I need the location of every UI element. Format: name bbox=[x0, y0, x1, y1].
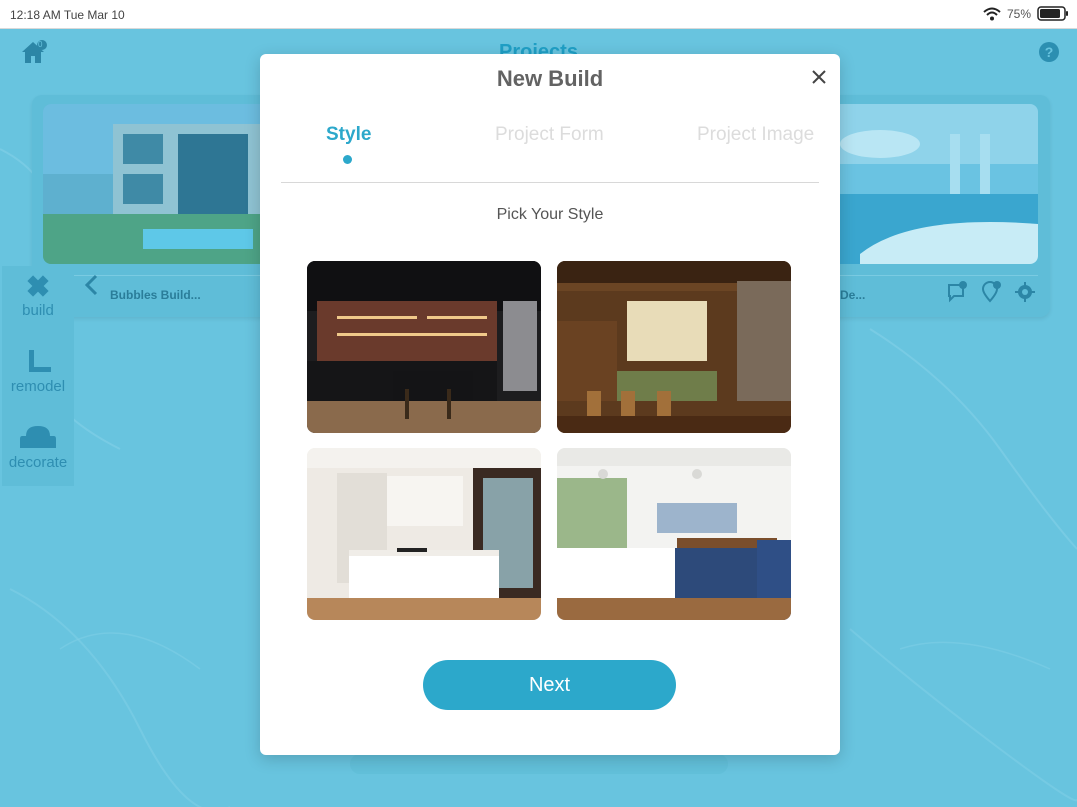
battery-percent: 75% bbox=[1006, 6, 1031, 21]
style-option-farmhouse[interactable] bbox=[557, 448, 791, 620]
modal-title: New Build bbox=[496, 66, 604, 91]
tabs-divider bbox=[281, 182, 819, 183]
active-tab-indicator bbox=[343, 155, 352, 164]
tab-project-image[interactable]: Project Image bbox=[697, 124, 814, 146]
decorate-icon bbox=[20, 426, 56, 448]
comment-icon[interactable] bbox=[946, 281, 968, 303]
background-panel bbox=[350, 754, 728, 774]
side-item-decorate[interactable]: decorate bbox=[2, 424, 74, 471]
card-divider bbox=[40, 275, 270, 276]
style-option-industrial[interactable] bbox=[307, 261, 541, 433]
status-time: 12:18 AM Tue Mar 10 bbox=[10, 8, 125, 22]
style-option-modern[interactable] bbox=[307, 448, 541, 620]
tab-style[interactable]: Style bbox=[326, 124, 371, 146]
side-item-label: remodel bbox=[10, 378, 66, 395]
status-bar: 12:18 AM Tue Mar 10 75% bbox=[0, 0, 1077, 29]
project-card-image bbox=[43, 104, 273, 264]
battery-icon bbox=[1037, 6, 1068, 21]
next-button[interactable]: Next bbox=[423, 660, 676, 710]
build-icon bbox=[27, 275, 49, 297]
side-item-label: decorate bbox=[8, 454, 68, 471]
side-menu: build remodel decorate bbox=[2, 266, 74, 486]
style-option-rustic[interactable] bbox=[557, 261, 791, 433]
gear-icon[interactable] bbox=[1014, 281, 1036, 303]
help-icon[interactable]: ? bbox=[1039, 42, 1059, 62]
side-item-build[interactable]: build bbox=[2, 272, 74, 319]
new-build-modal: New Build Style Project Form Project Ima… bbox=[260, 54, 840, 755]
project-card-title: Bubbles Build... bbox=[110, 288, 201, 302]
card-divider bbox=[808, 275, 1038, 276]
tab-project-form[interactable]: Project Form bbox=[495, 124, 604, 146]
close-icon[interactable] bbox=[810, 68, 828, 86]
side-item-label: build bbox=[22, 302, 54, 319]
side-item-remodel[interactable]: remodel bbox=[2, 348, 74, 395]
wifi-icon bbox=[983, 7, 1001, 20]
chevron-left-icon[interactable] bbox=[82, 273, 102, 297]
remodel-icon bbox=[29, 350, 51, 372]
location-pin-icon[interactable] bbox=[980, 281, 1002, 303]
modal-subtitle: Pick Your Style bbox=[496, 206, 604, 223]
